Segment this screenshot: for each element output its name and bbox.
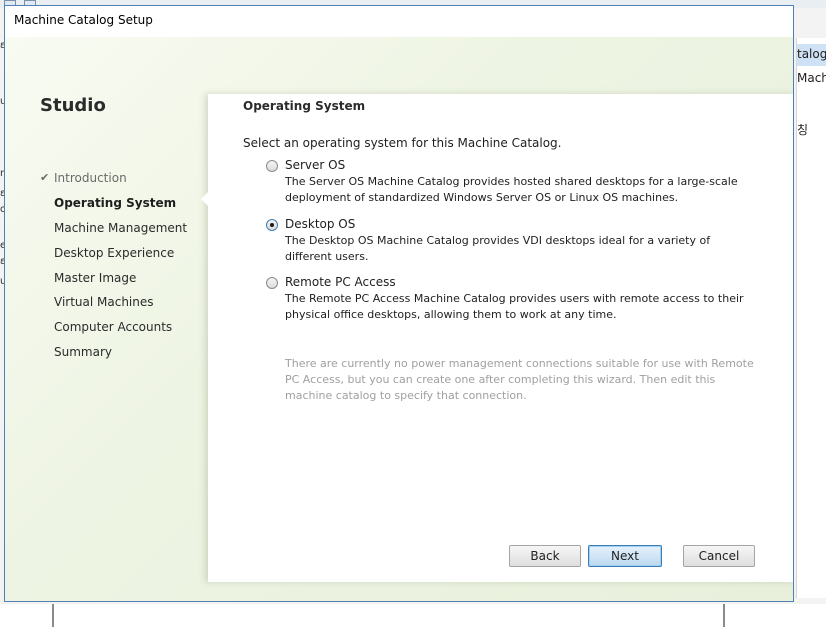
remote-pc-access-radio[interactable] xyxy=(266,277,278,289)
page-heading: Operating System xyxy=(243,99,366,113)
current-step-pointer xyxy=(201,192,208,206)
server-os-radio[interactable] xyxy=(266,160,278,172)
remote-pc-access-description: The Remote PC Access Machine Catalog pro… xyxy=(285,292,744,321)
background-app-bottom xyxy=(0,604,826,627)
server-os-label[interactable]: Server OS xyxy=(285,158,345,172)
server-os-description: The Server OS Machine Catalog provides h… xyxy=(285,175,738,204)
desktop-os-description: The Desktop OS Machine Catalog provides … xyxy=(285,234,711,263)
background-divider xyxy=(723,604,725,627)
next-button[interactable]: Next xyxy=(588,545,662,567)
checkmark-icon: ✔ xyxy=(40,171,50,184)
wizard-body: Studio ✔ Introduction Operating System M… xyxy=(5,37,793,601)
cancel-button[interactable]: Cancel xyxy=(683,545,755,567)
background-list-item[interactable]: 칭 xyxy=(797,121,808,138)
background-divider xyxy=(52,604,54,627)
desktop-os-label[interactable]: Desktop OS xyxy=(285,217,355,231)
desktop-os-radio[interactable] xyxy=(266,219,278,231)
dialog-titlebar[interactable]: Machine Catalog Setup xyxy=(5,6,793,37)
instruction-text: Select an operating system for this Mach… xyxy=(243,136,562,150)
power-management-note: There are currently no power management … xyxy=(285,357,754,402)
step-virtual-machines: Virtual Machines xyxy=(54,295,154,309)
dialog-title: Machine Catalog Setup xyxy=(14,13,153,27)
background-list-item[interactable]: talogs xyxy=(797,47,826,61)
background-list: talogs Mach 칭 xyxy=(796,38,826,598)
studio-brand: Studio xyxy=(40,95,106,116)
step-label: Introduction xyxy=(54,171,127,185)
step-summary: Summary xyxy=(54,345,112,359)
step-master-image: Master Image xyxy=(54,271,137,285)
step-machine-management: Machine Management xyxy=(54,221,188,235)
step-operating-system: Operating System xyxy=(54,196,177,210)
background-list-item[interactable]: Mach xyxy=(797,71,826,85)
machine-catalog-setup-dialog: Machine Catalog Setup Studio ✔ Introduct… xyxy=(4,5,794,602)
back-button[interactable]: Back xyxy=(509,545,581,567)
step-computer-accounts: Computer Accounts xyxy=(54,320,173,334)
step-desktop-experience: Desktop Experience xyxy=(54,246,175,260)
content-panel: Operating System Select an operating sys… xyxy=(201,94,793,582)
remote-pc-access-label[interactable]: Remote PC Access xyxy=(285,275,396,289)
